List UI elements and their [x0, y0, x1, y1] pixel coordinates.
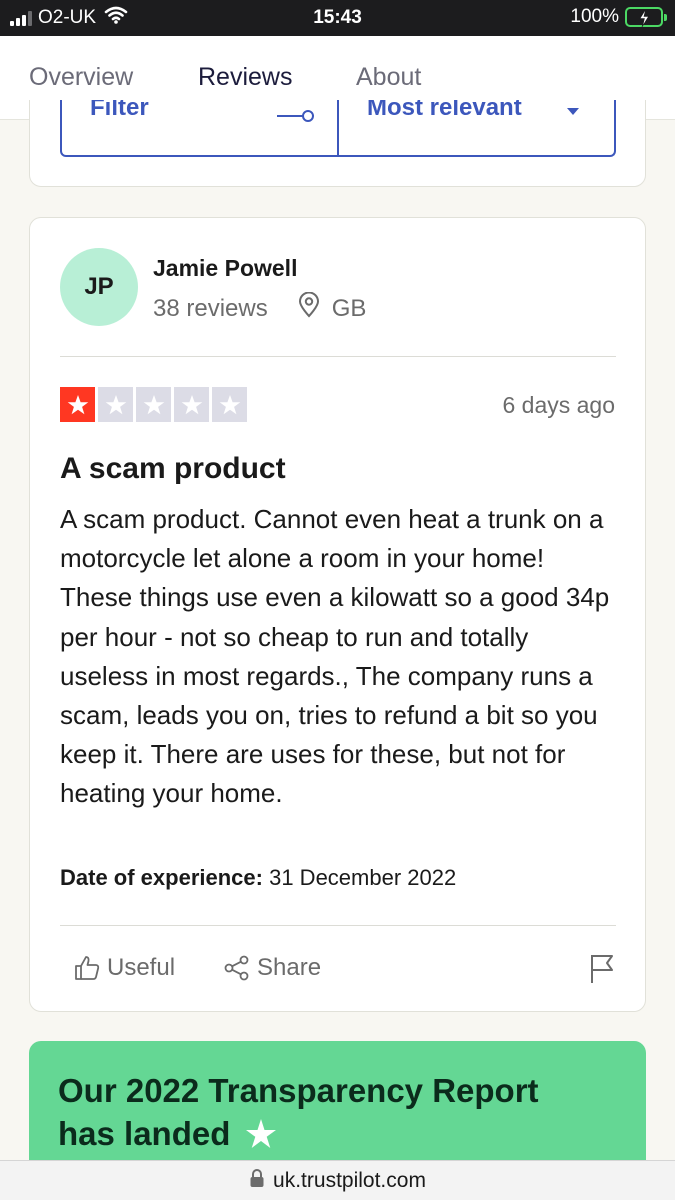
- date-of-experience: Date of experience: 31 December 2022: [60, 865, 456, 891]
- filter-card: Filter Most relevant: [29, 100, 646, 187]
- review-actions: Useful Share: [30, 948, 645, 988]
- avatar[interactable]: JP: [60, 248, 138, 326]
- tab-about[interactable]: About: [356, 63, 421, 92]
- thumbs-up-icon: [75, 956, 100, 980]
- flag-icon[interactable]: [589, 953, 615, 990]
- banner-title-text: Our 2022 Transparency Report has landed: [58, 1072, 539, 1152]
- review-card: JP Jamie Powell 38 reviews GB 6 days ago…: [29, 217, 646, 1012]
- chevron-down-icon: [566, 104, 580, 122]
- battery-icon: [625, 7, 667, 28]
- star-empty-icon: [174, 387, 209, 422]
- share-button[interactable]: Share: [223, 954, 321, 982]
- url-text: uk.trustpilot.com: [273, 1168, 426, 1192]
- experience-label: Date of experience:: [60, 865, 263, 890]
- reviewer-name[interactable]: Jamie Powell: [153, 255, 297, 282]
- share-icon: [224, 955, 249, 981]
- experience-date: 31 December 2022: [269, 865, 457, 890]
- reviewer-country: GB: [331, 294, 367, 322]
- review-title[interactable]: A scam product: [60, 452, 286, 486]
- location-pin-icon: [298, 291, 320, 325]
- reviewer-meta: 38 reviews GB: [153, 291, 367, 325]
- share-label: Share: [257, 954, 322, 981]
- star-rating: [60, 387, 247, 422]
- star-icon: [245, 1119, 276, 1148]
- review-body: A scam product. Cannot even heat a trunk…: [60, 504, 610, 809]
- status-bar: O2-UK 15:43 100%: [0, 0, 675, 36]
- divider: [60, 925, 616, 926]
- star-filled-icon: [60, 387, 95, 422]
- star-empty-icon: [98, 387, 133, 422]
- divider: [60, 356, 616, 357]
- battery-percent: 100%: [570, 6, 619, 27]
- lock-icon: [249, 1168, 265, 1194]
- tab-overview[interactable]: Overview: [29, 63, 133, 92]
- banner-title: Our 2022 Transparency Report has landed: [58, 1069, 598, 1155]
- useful-label: Useful: [107, 954, 176, 981]
- filter-divider: [337, 100, 339, 155]
- useful-button[interactable]: Useful: [73, 954, 175, 982]
- sort-dropdown[interactable]: Most relevant: [367, 100, 522, 122]
- star-empty-icon: [212, 387, 247, 422]
- review-count: 38 reviews: [153, 294, 268, 322]
- star-empty-icon: [136, 387, 171, 422]
- tab-reviews[interactable]: Reviews: [198, 63, 292, 92]
- filter-sort-box: Filter Most relevant: [60, 100, 616, 157]
- url-bar[interactable]: uk.trustpilot.com: [0, 1160, 675, 1200]
- review-date: 6 days ago: [502, 392, 615, 418]
- filter-button[interactable]: Filter: [90, 100, 149, 122]
- status-right: 100%: [570, 6, 667, 28]
- filter-slider-icon: [277, 102, 317, 129]
